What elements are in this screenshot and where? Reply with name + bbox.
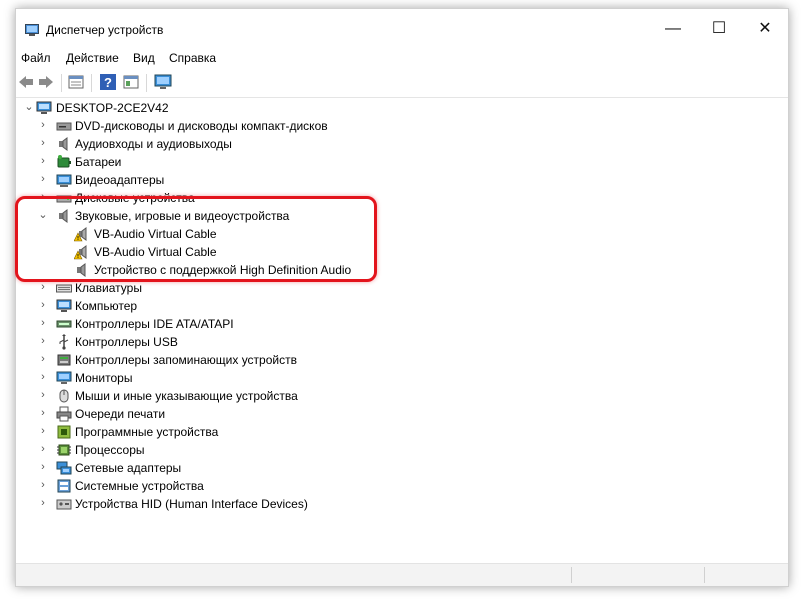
hid-icon [56, 496, 72, 512]
window-title: Диспетчер устройств [46, 23, 164, 37]
close-button[interactable]: ✕ [742, 9, 788, 49]
chevron-right-icon[interactable]: › [38, 173, 48, 185]
tree-category-label: Программные устройства [75, 425, 219, 439]
tree-category-label: Батареи [75, 155, 122, 169]
battery-icon [56, 154, 72, 170]
chevron-right-icon[interactable]: › [38, 425, 48, 437]
dvd-icon [56, 118, 72, 134]
properties-icon[interactable] [67, 73, 85, 91]
status-separator [704, 567, 705, 583]
chevron-right-icon[interactable]: › [38, 191, 48, 203]
display-adapter-icon [56, 172, 72, 188]
computer-icon [56, 298, 72, 314]
chevron-right-icon[interactable]: › [38, 479, 48, 491]
tree-category-label: Контроллеры запоминающих устройств [75, 353, 297, 367]
ide-controller-icon [56, 316, 72, 332]
forward-icon[interactable] [37, 73, 55, 91]
tree-root-label: DESKTOP-2CE2V42 [56, 101, 169, 115]
software-device-icon [56, 424, 72, 440]
chevron-right-icon[interactable]: › [38, 407, 48, 419]
disk-drive-icon [56, 190, 72, 206]
speaker-icon [74, 262, 90, 278]
speaker-warning-icon [73, 244, 90, 260]
minimize-button[interactable]: — [650, 9, 696, 49]
svg-text:?: ? [104, 75, 112, 90]
network-adapter-icon [56, 460, 72, 476]
chevron-right-icon[interactable]: › [38, 371, 48, 383]
tree-device-label: VB-Audio Virtual Cable [94, 227, 217, 241]
speaker-warning-icon [73, 226, 90, 242]
monitor-icon[interactable] [154, 73, 172, 91]
usb-icon [56, 334, 72, 350]
maximize-icon: ☐ [711, 20, 727, 37]
chevron-right-icon[interactable]: › [38, 389, 48, 401]
toolbar-separator [91, 74, 92, 92]
chevron-right-icon[interactable]: › [38, 443, 48, 455]
computer-icon [36, 101, 52, 114]
device-tree: ⌄ DESKTOP-2CE2V42 › DVD-дисководы и диско… [16, 98, 788, 564]
chevron-right-icon[interactable]: › [38, 353, 48, 365]
system-device-icon [56, 478, 72, 494]
tree-category-label: Процессоры [75, 443, 145, 457]
title-bar[interactable]: Диспетчер устройств — ☐ ✕ [16, 9, 788, 49]
tree-category-label: Аудиовходы и аудиовыходы [75, 137, 232, 151]
speaker-icon [56, 136, 72, 152]
mouse-icon [56, 388, 72, 404]
keyboard-icon [56, 280, 72, 296]
menu-help[interactable]: Справка [169, 51, 216, 65]
device-manager-icon [25, 24, 39, 36]
chevron-down-icon[interactable]: ⌄ [38, 209, 48, 221]
tree-category-label: Компьютер [75, 299, 138, 313]
minimize-icon: — [665, 20, 681, 37]
device-manager-window: Диспетчер устройств — ☐ ✕ Файл Действие … [15, 8, 789, 587]
chevron-right-icon[interactable]: › [38, 299, 48, 311]
close-icon: ✕ [758, 20, 772, 37]
menu-file[interactable]: Файл [21, 51, 51, 65]
menu-bar: Файл Действие Вид Справка [16, 49, 788, 71]
chevron-right-icon[interactable]: › [38, 497, 48, 509]
monitor-icon [56, 370, 72, 386]
maximize-button[interactable]: ☐ [696, 9, 742, 49]
speaker-icon [56, 208, 72, 224]
tree-category-label: Мониторы [75, 371, 133, 385]
tree-device-label: VB-Audio Virtual Cable [94, 245, 217, 259]
status-bar [16, 563, 788, 586]
tree-category-label: Мыши и иные указывающие устройства [75, 389, 298, 403]
toolbar: ? [16, 71, 788, 98]
tree-device-label: Устройство с поддержкой High Definition … [94, 263, 352, 277]
tree-category-label: Контроллеры IDE ATA/ATAPI [75, 317, 234, 331]
chevron-right-icon[interactable]: › [38, 155, 48, 167]
menu-view[interactable]: Вид [133, 51, 155, 65]
back-icon[interactable] [17, 73, 35, 91]
tree-category-label: Сетевые адаптеры [75, 461, 182, 475]
chevron-right-icon[interactable]: › [38, 119, 48, 131]
toolbar-separator [61, 74, 62, 92]
tree-category-label: Системные устройства [75, 479, 204, 493]
chevron-right-icon[interactable]: › [38, 281, 48, 293]
chevron-right-icon[interactable]: › [38, 335, 48, 347]
tree-category-label: Контроллеры USB [75, 335, 178, 349]
processor-icon [56, 442, 72, 458]
tree-category-label: DVD-дисководы и дисководы компакт-дисков [75, 119, 328, 133]
tree-category-label: Устройства HID (Human Interface Devices) [75, 497, 308, 511]
help-icon[interactable]: ? [99, 73, 117, 91]
status-separator [571, 567, 572, 583]
update-icon[interactable] [122, 73, 140, 91]
tree-category-label: Звуковые, игровые и видеоустройства [75, 209, 290, 223]
chevron-right-icon[interactable]: › [38, 461, 48, 473]
toolbar-separator [146, 74, 147, 92]
storage-controller-icon [56, 352, 72, 368]
tree-category-label: Очереди печати [75, 407, 166, 421]
chevron-down-icon[interactable]: ⌄ [24, 101, 34, 113]
tree-category-label: Клавиатуры [75, 281, 142, 295]
chevron-right-icon[interactable]: › [38, 317, 48, 329]
tree-category-label: Видеоадаптеры [75, 173, 165, 187]
menu-action[interactable]: Действие [66, 51, 119, 65]
printer-icon [56, 406, 72, 422]
chevron-right-icon[interactable]: › [38, 137, 48, 149]
tree-category-label: Дисковые устройства [75, 191, 195, 205]
